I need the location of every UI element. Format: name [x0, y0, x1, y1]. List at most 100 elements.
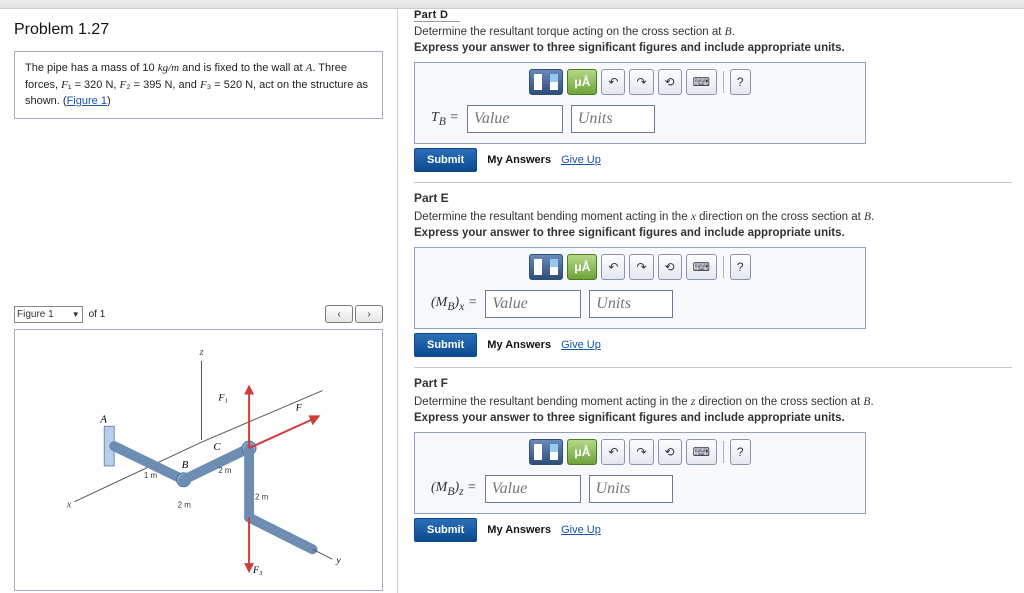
- svg-text:2 m: 2 m: [178, 501, 192, 510]
- figure-dropdown[interactable]: Figure 1 ▼: [14, 306, 83, 323]
- toolbar-separator: [723, 441, 724, 463]
- svg-text:y: y: [335, 555, 341, 566]
- svg-text:1 m: 1 m: [144, 471, 158, 480]
- part-f-units-input[interactable]: [589, 475, 673, 503]
- prev-figure-button[interactable]: ‹: [325, 305, 353, 323]
- keyboard-button[interactable]: ⌨: [686, 254, 717, 280]
- svg-text:B: B: [182, 459, 189, 471]
- paren-close: ): [107, 95, 111, 107]
- toolbar-separator: [723, 256, 724, 278]
- next-figure-button[interactable]: ›: [355, 305, 383, 323]
- part-e-submit-button[interactable]: Submit: [414, 333, 477, 357]
- divider: [414, 367, 1012, 368]
- part-e-directions: Express your answer to three significant…: [414, 227, 1012, 239]
- part-e-var-label: (MB)x =: [431, 295, 477, 313]
- redo-button[interactable]: ↷: [629, 69, 653, 95]
- svg-text:A: A: [99, 413, 107, 425]
- svg-text:F₃: F₃: [252, 565, 263, 576]
- part-d-value-input[interactable]: [467, 105, 563, 133]
- part-e-give-up[interactable]: Give Up: [561, 339, 601, 351]
- figure-link[interactable]: Figure 1: [67, 95, 107, 107]
- figure-nav-bar: Figure 1 ▼ of 1 ‹ ›: [14, 305, 383, 323]
- svg-text:z: z: [198, 346, 204, 358]
- svg-text:2 m: 2 m: [255, 493, 269, 502]
- figure-image: z x A 1 m B C: [14, 329, 383, 591]
- part-e-answer-box: μÅ ↶ ↷ ⟲ ⌨ ? (MB)x =: [414, 247, 866, 329]
- part-d-input-line: TB =: [421, 105, 859, 133]
- window-top-strip: [0, 0, 1024, 9]
- part-d-my-answers[interactable]: My Answers: [487, 154, 551, 166]
- help-button[interactable]: ?: [730, 439, 751, 465]
- part-e-input-line: (MB)x =: [421, 290, 859, 318]
- part-e-section: Part E Determine the resultant bending m…: [414, 191, 1012, 357]
- part-f-directions: Express your answer to three significant…: [414, 412, 1012, 424]
- figure-nav-buttons: ‹ ›: [325, 305, 383, 323]
- svg-text:2 m: 2 m: [218, 466, 232, 475]
- part-d-cut-header: Part D: [414, 9, 460, 22]
- part-e-my-answers[interactable]: My Answers: [487, 339, 551, 351]
- template-picker-button[interactable]: [529, 69, 563, 95]
- units-symbol-button[interactable]: μÅ: [567, 439, 597, 465]
- part-f-value-input[interactable]: [485, 475, 581, 503]
- part-f-submit-button[interactable]: Submit: [414, 518, 477, 542]
- figure-dropdown-label: Figure 1: [17, 309, 54, 320]
- template-picker-button[interactable]: [529, 439, 563, 465]
- part-d-submit-button[interactable]: Submit: [414, 148, 477, 172]
- part-f-label: Part F: [414, 376, 1012, 390]
- redo-button[interactable]: ↷: [629, 439, 653, 465]
- redo-button[interactable]: ↷: [629, 254, 653, 280]
- figure-selector: Figure 1 ▼ of 1: [14, 306, 105, 323]
- undo-button[interactable]: ↶: [601, 69, 625, 95]
- part-e-units-input[interactable]: [589, 290, 673, 318]
- figure-navigator: Figure 1 ▼ of 1 ‹ › z x: [14, 305, 383, 591]
- part-f-actions: Submit My Answers Give Up: [414, 518, 1012, 542]
- main-columns: Problem 1.27 The pipe has a mass of 10 k…: [0, 9, 1024, 593]
- svg-text:x: x: [66, 499, 72, 511]
- svg-text:F: F: [295, 402, 303, 413]
- svg-text:C: C: [213, 441, 221, 453]
- part-d-answer-box: μÅ ↶ ↷ ⟲ ⌨ ? TB =: [414, 62, 866, 144]
- part-d-var-label: TB =: [431, 110, 459, 128]
- part-d-toolbar: μÅ ↶ ↷ ⟲ ⌨ ?: [421, 69, 859, 95]
- part-d-actions: Submit My Answers Give Up: [414, 148, 1012, 172]
- units-symbol-button[interactable]: μÅ: [567, 69, 597, 95]
- help-button[interactable]: ?: [730, 254, 751, 280]
- part-e-toolbar: μÅ ↶ ↷ ⟲ ⌨ ?: [421, 254, 859, 280]
- part-e-label: Part E: [414, 191, 1012, 205]
- part-f-prompt: Determine the resultant bending moment a…: [414, 396, 1012, 408]
- part-f-answer-box: μÅ ↶ ↷ ⟲ ⌨ ? (MB)z =: [414, 432, 866, 514]
- part-f-var-label: (MB)z =: [431, 480, 477, 498]
- reset-button[interactable]: ⟲: [658, 254, 682, 280]
- units-symbol-button[interactable]: μÅ: [567, 254, 597, 280]
- part-f-input-line: (MB)z =: [421, 475, 859, 503]
- part-e-actions: Submit My Answers Give Up: [414, 333, 1012, 357]
- part-e-value-input[interactable]: [485, 290, 581, 318]
- part-f-toolbar: μÅ ↶ ↷ ⟲ ⌨ ?: [421, 439, 859, 465]
- template-picker-button[interactable]: [529, 254, 563, 280]
- part-d-units-input[interactable]: [571, 105, 655, 133]
- undo-button[interactable]: ↶: [601, 439, 625, 465]
- reset-button[interactable]: ⟲: [658, 439, 682, 465]
- part-f-my-answers[interactable]: My Answers: [487, 524, 551, 536]
- problem-statement: The pipe has a mass of 10 kg/m and is fi…: [14, 51, 383, 119]
- left-column: Problem 1.27 The pipe has a mass of 10 k…: [0, 9, 398, 593]
- keyboard-button[interactable]: ⌨: [686, 439, 717, 465]
- toolbar-separator: [723, 71, 724, 93]
- help-button[interactable]: ?: [730, 69, 751, 95]
- part-f-give-up[interactable]: Give Up: [561, 524, 601, 536]
- part-f-section: Part F Determine the resultant bending m…: [414, 376, 1012, 542]
- right-column: Part D Determine the resultant torque ac…: [398, 9, 1024, 593]
- svg-text:F₁: F₁: [217, 392, 228, 403]
- chevron-down-icon: ▼: [72, 310, 80, 319]
- part-d-directions: Express your answer to three significant…: [414, 42, 1012, 54]
- problem-title: Problem 1.27: [14, 21, 383, 39]
- part-d-give-up[interactable]: Give Up: [561, 154, 601, 166]
- figure-of-text: of 1: [89, 309, 106, 320]
- pipe-figure-svg: z x A 1 m B C: [15, 330, 382, 590]
- part-d-prompt: Determine the resultant torque acting on…: [414, 26, 1012, 38]
- divider: [414, 182, 1012, 183]
- undo-button[interactable]: ↶: [601, 254, 625, 280]
- reset-button[interactable]: ⟲: [658, 69, 682, 95]
- part-e-prompt: Determine the resultant bending moment a…: [414, 211, 1012, 223]
- keyboard-button[interactable]: ⌨: [686, 69, 717, 95]
